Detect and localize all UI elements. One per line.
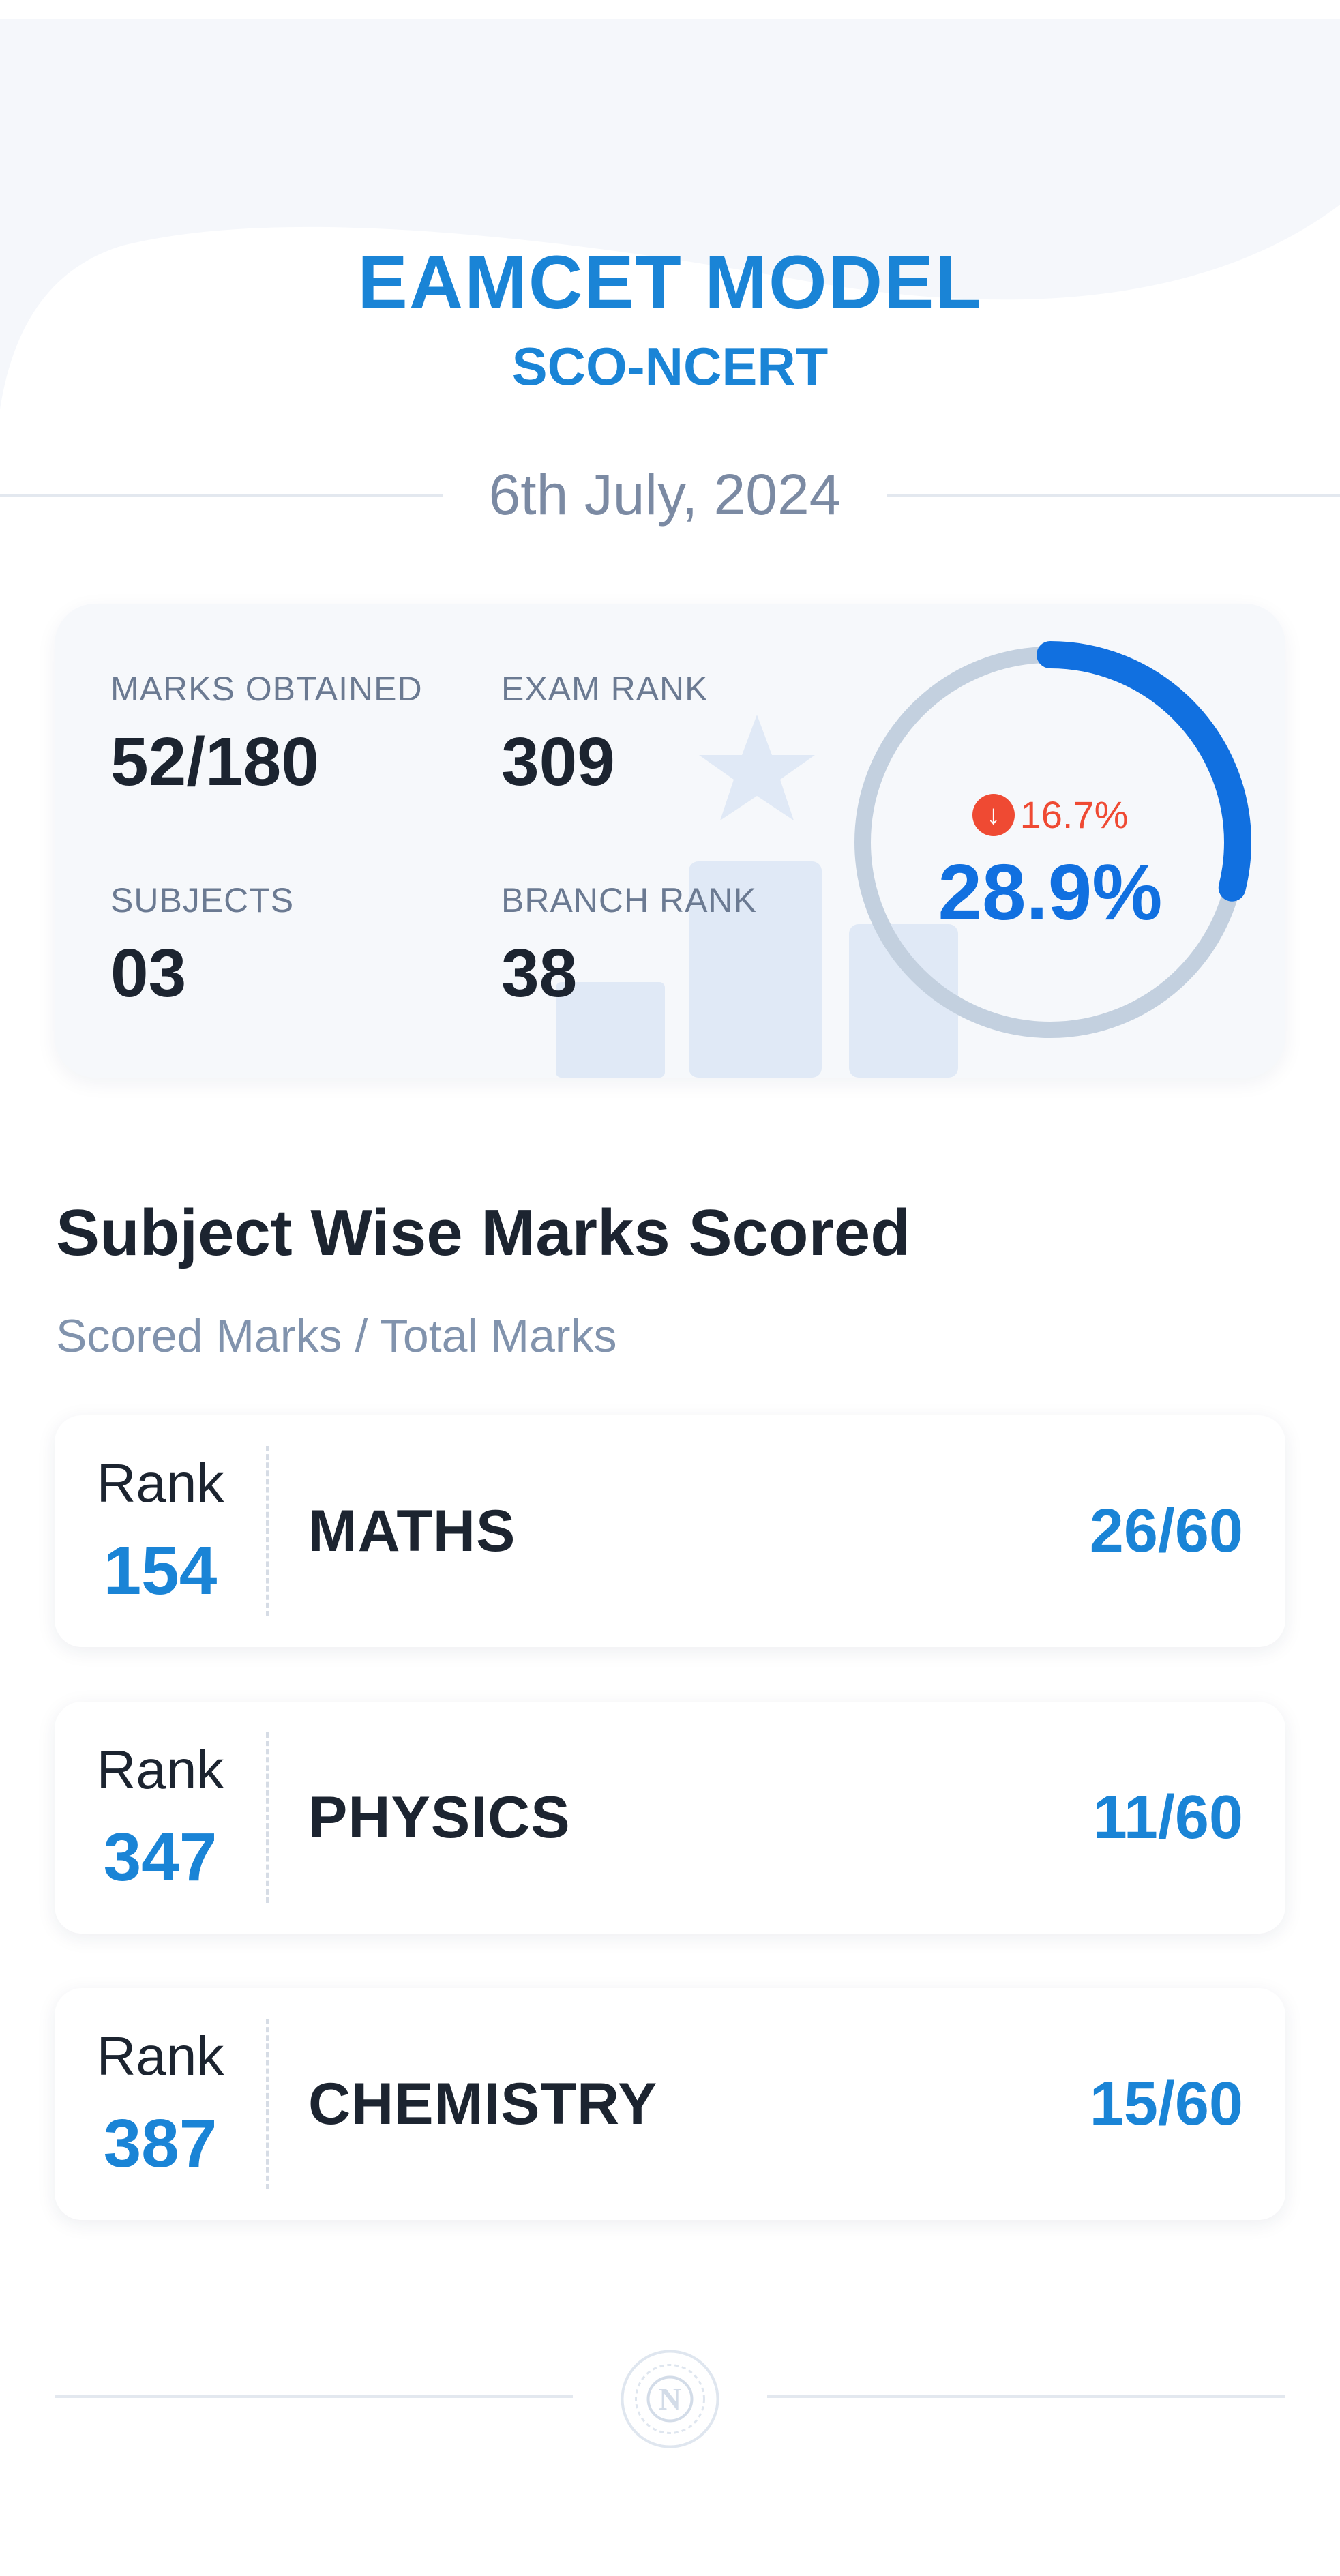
subject-card-physics[interactable]: Rank 347 PHYSICS 11/60 <box>55 1702 1285 1934</box>
change-value: 16.7% <box>1019 793 1129 837</box>
summary-card: MARKS OBTAINED 52/180 EXAM RANK 309 SUBJ… <box>55 604 1285 1078</box>
subject-rank: Rank 347 <box>55 1702 266 1934</box>
rank-value: 347 <box>103 1819 218 1895</box>
rank-value: 154 <box>103 1533 218 1609</box>
subject-name: PHYSICS <box>308 1785 571 1850</box>
marks-obtained-value: 52/180 <box>110 724 319 800</box>
date-divider-left <box>0 494 443 497</box>
change-indicator: ↓ 16.7% <box>839 793 1262 837</box>
exam-date: 6th July, 2024 <box>488 462 842 527</box>
footer-divider-left <box>55 2395 573 2398</box>
footer-divider-right <box>767 2395 1285 2398</box>
percentage-center: ↓ 16.7% 28.9% <box>839 631 1262 1054</box>
branch-rank-stat: BRANCH RANK 38 <box>501 883 757 1007</box>
dashed-divider <box>266 1732 269 1903</box>
branch-rank-value: 38 <box>501 935 578 1011</box>
rank-value: 387 <box>103 2105 218 2182</box>
marks-obtained-label: MARKS OBTAINED <box>110 670 423 708</box>
page-title: EAMCET MODEL <box>357 241 983 325</box>
percentage-value: 28.9% <box>938 848 1163 936</box>
subjects-stat: SUBJECTS 03 <box>110 883 294 1007</box>
subject-rank: Rank 154 <box>55 1415 266 1647</box>
header: EAMCET MODEL SCO-NCERT <box>0 241 1340 396</box>
section-title: Subject Wise Marks Scored <box>56 1196 910 1269</box>
rank-label: Rank <box>96 1739 224 1800</box>
subject-score: 11/60 <box>1092 1783 1243 1852</box>
subject-card-chemistry[interactable]: Rank 387 CHEMISTRY 15/60 <box>55 1988 1285 2220</box>
subject-name: MATHS <box>308 1498 516 1564</box>
subject-score: 26/60 <box>1089 1497 1243 1565</box>
subject-score: 15/60 <box>1089 2070 1243 2138</box>
marks-obtained-stat: MARKS OBTAINED 52/180 <box>110 672 423 796</box>
branch-rank-label: BRANCH RANK <box>501 881 757 919</box>
exam-rank-value: 309 <box>501 724 615 800</box>
institution-logo-icon: N <box>621 2350 719 2448</box>
subjects-label: SUBJECTS <box>110 881 295 919</box>
logo-letter: N <box>659 2382 681 2416</box>
subject-name: CHEMISTRY <box>308 2071 658 2137</box>
subjects-value: 03 <box>110 935 187 1011</box>
rank-label: Rank <box>96 2026 224 2086</box>
dashed-divider <box>266 1446 269 1616</box>
dashed-divider <box>266 2019 269 2189</box>
date-divider-right <box>887 494 1340 497</box>
subject-card-maths[interactable]: Rank 154 MATHS 26/60 <box>55 1415 1285 1647</box>
exam-rank-label: EXAM RANK <box>501 670 709 708</box>
rank-label: Rank <box>96 1453 224 1513</box>
date-row: 6th July, 2024 <box>0 464 1340 525</box>
page-subtitle: SCO-NCERT <box>511 336 829 396</box>
subject-rank: Rank 387 <box>55 1988 266 2220</box>
arrow-down-icon: ↓ <box>972 794 1015 837</box>
section-subtitle: Scored Marks / Total Marks <box>56 1310 617 1362</box>
exam-rank-stat: EXAM RANK 309 <box>501 672 709 796</box>
